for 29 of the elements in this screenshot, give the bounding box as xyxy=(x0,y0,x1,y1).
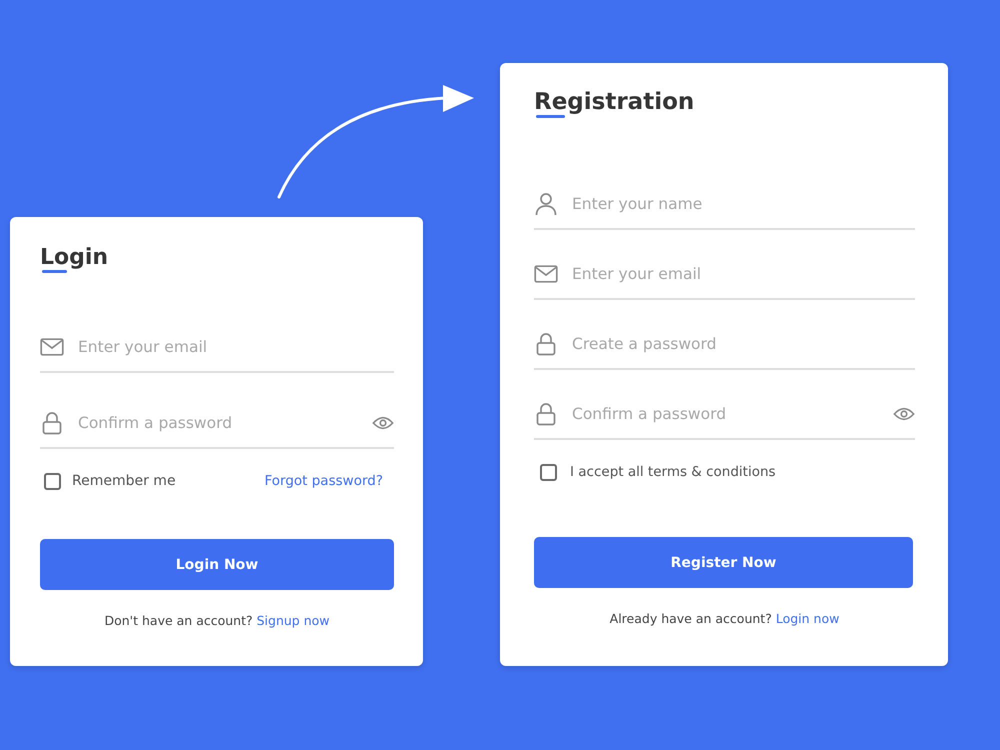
password-field[interactable]: Confirm a password xyxy=(572,403,879,425)
password-field[interactable]: Confirm a password xyxy=(78,412,358,434)
login-prompt: Already have an account? Login now xyxy=(608,610,840,628)
email-field[interactable]: Enter your email xyxy=(78,336,394,358)
terms-checkbox[interactable] xyxy=(540,464,557,480)
card-title: Login xyxy=(40,247,108,269)
eye-icon[interactable] xyxy=(893,406,915,422)
card-title: Registration xyxy=(534,91,694,114)
login-link[interactable]: Login now xyxy=(776,611,840,626)
person-icon xyxy=(534,192,558,216)
lock-icon xyxy=(536,332,556,356)
terms-label: I accept all terms & conditions xyxy=(570,464,776,480)
signup-prompt: Don't have an account? Signup now xyxy=(103,612,330,630)
mail-icon xyxy=(40,338,64,356)
remember-label: Remember me xyxy=(72,473,176,489)
mail-icon xyxy=(534,265,558,283)
forgot-password-link[interactable]: Forgot password? xyxy=(264,473,383,489)
email-field[interactable]: Enter your email xyxy=(572,263,915,285)
title-accent-bar xyxy=(42,270,67,273)
signup-link[interactable]: Signup now xyxy=(256,613,330,628)
name-field[interactable]: Enter your name xyxy=(572,193,915,215)
eye-icon[interactable] xyxy=(372,415,394,431)
lock-icon xyxy=(536,402,556,426)
register-button[interactable]: Register Now xyxy=(534,537,913,588)
password-field[interactable]: Create a password xyxy=(572,333,915,355)
login-button[interactable]: Login Now xyxy=(40,539,394,590)
title-accent-bar xyxy=(536,115,565,118)
lock-icon xyxy=(42,411,62,435)
remember-checkbox[interactable] xyxy=(44,472,61,490)
